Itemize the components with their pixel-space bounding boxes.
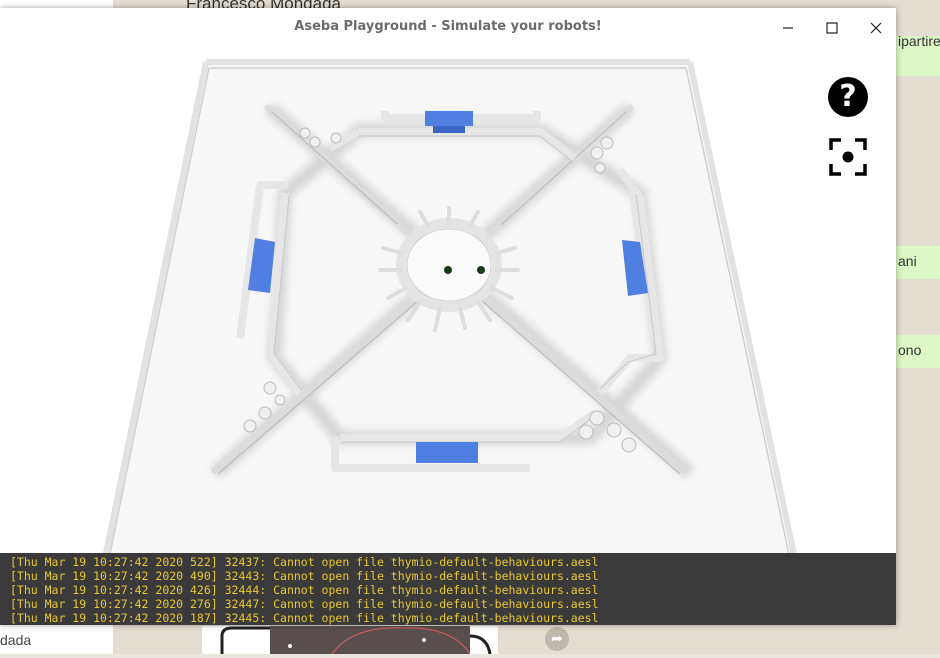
- console-line: [Thu Mar 19 10:27:42 2020 426] 32444: Ca…: [10, 583, 599, 597]
- close-icon: [870, 22, 882, 34]
- aseba-playground-window: Aseba Playground - Simulate your robots!: [0, 8, 896, 625]
- minimize-button[interactable]: [776, 16, 800, 40]
- question-icon: ?: [839, 79, 857, 114]
- background-bubble: ono: [896, 335, 940, 368]
- close-button[interactable]: [864, 16, 888, 40]
- fullscreen-button[interactable]: [829, 138, 867, 176]
- maximize-button[interactable]: [820, 16, 844, 40]
- window-title: Aseba Playground - Simulate your robots!: [294, 19, 602, 34]
- console-line: [Thu Mar 19 10:27:42 2020 276] 32447: Ca…: [10, 597, 599, 611]
- background-bubble: ani: [896, 246, 940, 279]
- console-line: [Thu Mar 19 10:27:42 2020 522] 32437: Ca…: [10, 555, 599, 569]
- background-text: dada: [0, 626, 113, 654]
- help-button[interactable]: ?: [828, 77, 868, 117]
- console-log: [Thu Mar 19 10:27:42 2020 522] 32437: Ca…: [0, 553, 896, 625]
- window-titlebar[interactable]: Aseba Playground - Simulate your robots!: [0, 8, 896, 46]
- background-bubble: ipartire: [896, 34, 940, 76]
- minimize-icon: [783, 27, 793, 29]
- simulation-viewport[interactable]: [0, 46, 896, 584]
- center-ring: [396, 218, 502, 312]
- console-line: [Thu Mar 19 10:27:42 2020 187] 32445: Ca…: [10, 611, 599, 625]
- share-icon: ➦: [545, 627, 569, 651]
- console-line: [Thu Mar 19 10:27:42 2020 490] 32443: Ca…: [10, 569, 599, 583]
- fullscreen-icon: [829, 138, 867, 176]
- background-image: [202, 626, 498, 655]
- maximize-icon: [826, 22, 838, 34]
